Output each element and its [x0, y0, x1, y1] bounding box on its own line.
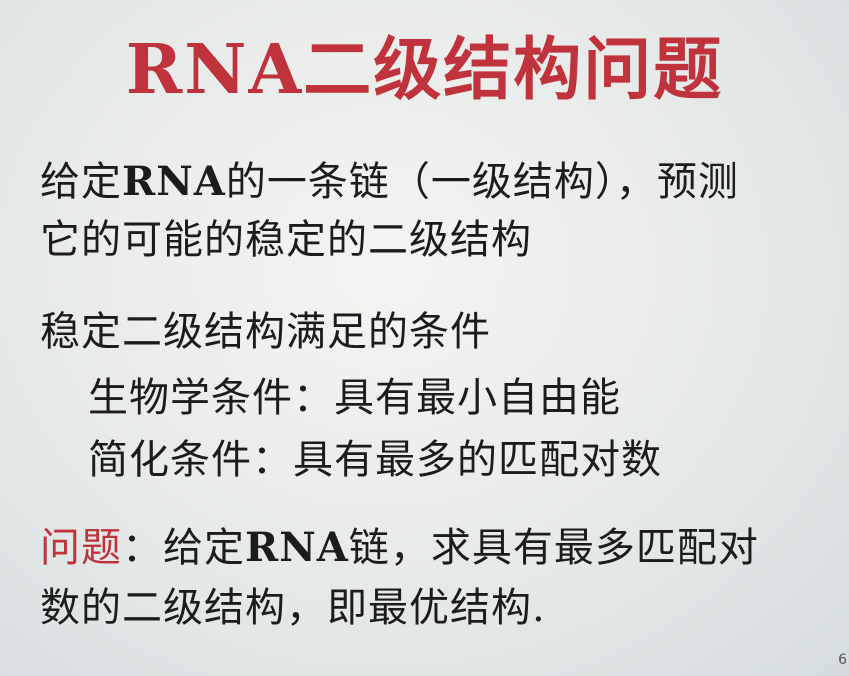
problem-rna-term: RNA — [245, 524, 349, 571]
intro-text-c: 的一条链（一级结构），预测 — [225, 159, 739, 205]
conditions-heading: 稳定二级结构满足的条件 — [40, 309, 491, 355]
condition-biological: 生物学条件：具有最小自由能 — [88, 375, 621, 421]
intro-line-1: 给定RNA的一条链（一级结构），预测 — [40, 156, 739, 208]
problem-line-2: 数的二级结构，即最优结构. — [40, 585, 546, 631]
condition-simplified: 简化条件：具有最多的匹配对数 — [88, 437, 662, 483]
intro-text-a: 给定 — [40, 159, 122, 205]
problem-label: 问题 — [40, 525, 122, 571]
slide-title: RNA二级结构问题 — [125, 30, 724, 110]
problem-line-1: 问题：给定RNA链，求具有最多匹配对 — [40, 522, 759, 574]
page-number: 6 — [838, 652, 847, 668]
intro-rna-term: RNA — [122, 158, 226, 205]
intro-line-2: 它的可能的稳定的二级结构 — [40, 217, 532, 263]
problem-text-c: 链，求具有最多匹配对 — [348, 525, 759, 571]
slide: RNA二级结构问题 给定RNA的一条链（一级结构），预测 它的可能的稳定的二级结… — [0, 0, 849, 676]
problem-text-a: ：给定 — [122, 525, 245, 571]
